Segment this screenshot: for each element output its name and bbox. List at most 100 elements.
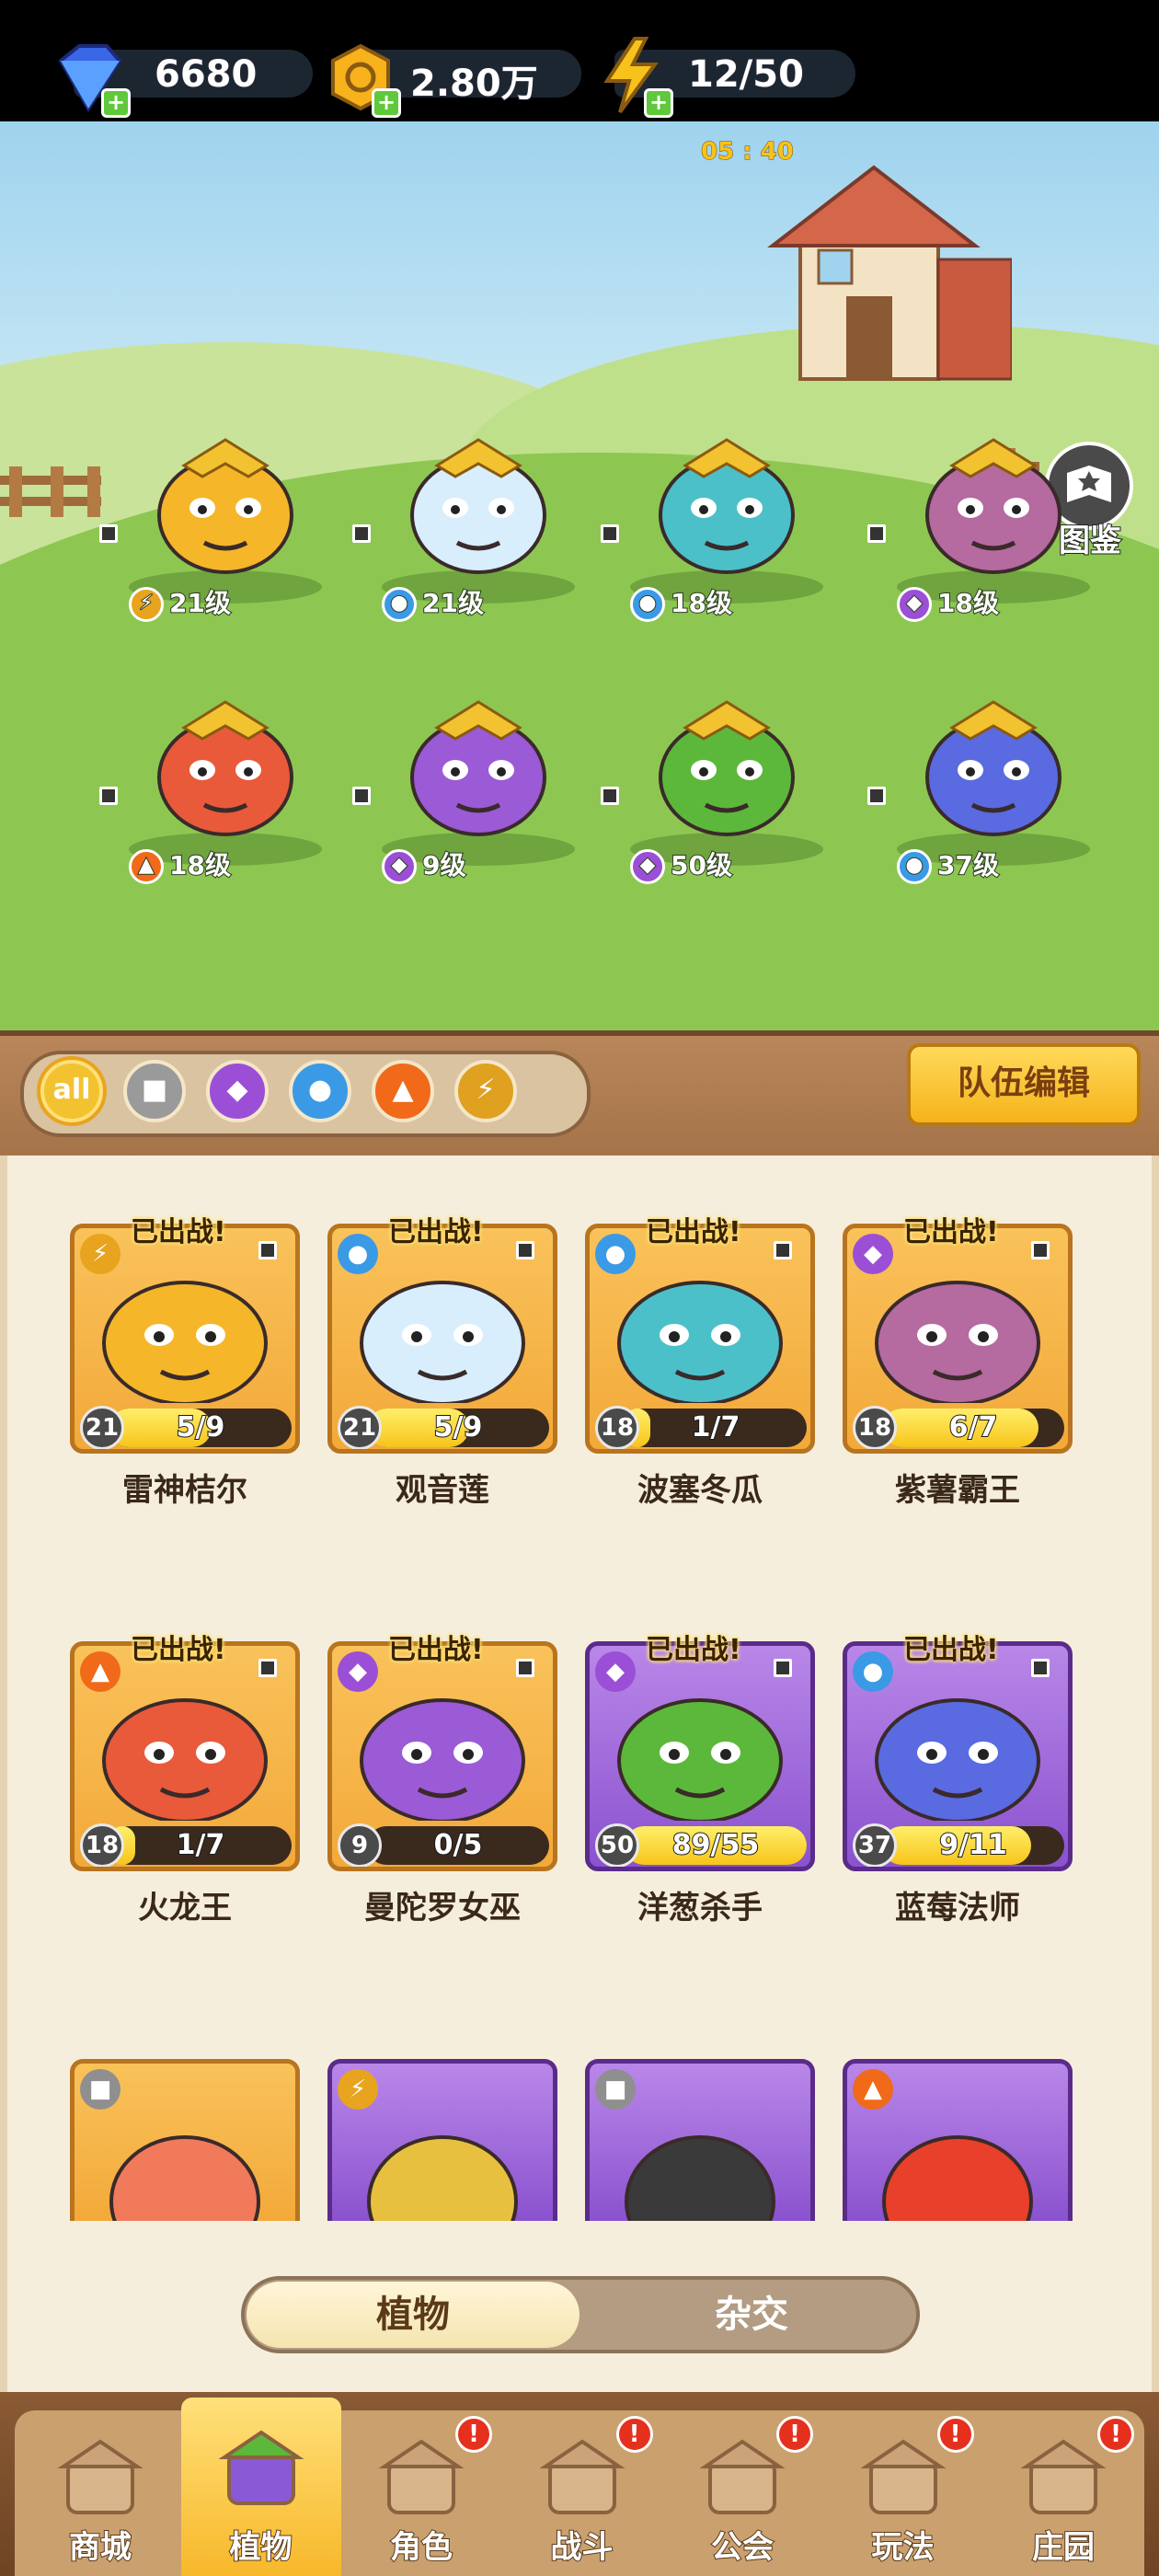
card-progress-text: 0/5	[433, 1828, 484, 1862]
lineup-figure[interactable]	[138, 685, 313, 842]
lineup-level-text: 21级	[421, 587, 485, 619]
energy-value: 12/50	[687, 52, 805, 97]
card-level-badge: 18	[595, 1406, 639, 1449]
team-slot-icon	[867, 524, 886, 543]
water-icon: ●	[338, 1234, 378, 1274]
filter-water-icon[interactable]: ●	[289, 1060, 351, 1122]
plant-portrait	[617, 2110, 783, 2221]
plant-portrait	[866, 1673, 1050, 1823]
nav-battle[interactable]: 战斗!	[502, 2416, 662, 2576]
lightning-icon: ⚡	[338, 2069, 378, 2110]
nav-play[interactable]: 玩法!	[823, 2416, 983, 2576]
nav-battle-label: 战斗	[550, 2528, 614, 2567]
plant-portrait	[608, 1673, 792, 1823]
coins-value: 2.80万	[409, 62, 539, 106]
team-slot-icon	[352, 787, 371, 805]
card-level-badge: 18	[80, 1823, 124, 1867]
plant-card[interactable]: ◆ 6/7 18	[843, 1224, 1073, 1454]
plant-card-partial[interactable]: ■	[70, 2059, 300, 2221]
lineup-figure[interactable]	[906, 423, 1081, 580]
team-slot-icon	[516, 1241, 534, 1259]
add-energy-icon[interactable]: +	[644, 88, 673, 118]
lineup-figure[interactable]	[391, 423, 566, 580]
card-level-badge: 21	[338, 1406, 382, 1449]
water-icon: ●	[595, 1234, 636, 1274]
lineup-level-text: 21级	[168, 587, 232, 619]
lineup-figure[interactable]	[138, 423, 313, 580]
team-slot-icon	[601, 524, 619, 543]
lineup-level: ● 18级	[630, 585, 733, 622]
team-slot-icon	[258, 1659, 277, 1677]
plant-card-partial[interactable]: ■	[585, 2059, 815, 2221]
lineup-level-text: 18级	[168, 849, 232, 881]
card-progress-text: 5/9	[433, 1410, 484, 1444]
nav-guild-icon	[696, 2434, 788, 2526]
nav-role[interactable]: 角色!	[341, 2416, 501, 2576]
team-slot-icon	[99, 524, 118, 543]
lineup-figure[interactable]	[639, 685, 814, 842]
deployed-tag: 已出战!	[903, 1216, 999, 1248]
lineup-level-text: 50级	[670, 849, 733, 881]
nav-shop-label: 商城	[68, 2528, 132, 2567]
filter-poison-icon[interactable]: ◆	[206, 1060, 269, 1122]
filter-lightning-icon[interactable]: ⚡	[454, 1060, 517, 1122]
team-slot-icon	[1031, 1659, 1050, 1677]
plant-card[interactable]: ● 5/9 21	[327, 1224, 557, 1454]
team-slot-icon	[99, 787, 118, 805]
toggle-plants[interactable]: 植物	[247, 2282, 580, 2348]
card-level-badge: 9	[338, 1823, 382, 1867]
card-progress-text: 89/55	[671, 1828, 760, 1862]
card-progress-bar: 89/55	[625, 1826, 807, 1865]
plant-card[interactable]: ● 9/11 37	[843, 1641, 1073, 1871]
nav-guild[interactable]: 公会!	[662, 2416, 822, 2576]
lineup-figure[interactable]	[391, 685, 566, 842]
plant-card[interactable]: ◆ 0/5 9	[327, 1641, 557, 1871]
plant-portrait	[102, 2110, 268, 2221]
lineup-level-text: 37级	[936, 849, 1000, 881]
plant-card[interactable]: ◆ 89/55 50	[585, 1641, 815, 1871]
lineup-level: ▲ 18级	[129, 847, 232, 884]
card-progress-bar: 5/9	[367, 1409, 549, 1447]
plant-card[interactable]: ▲ 1/7 18	[70, 1641, 300, 1871]
plant-name: 火龙王	[138, 1890, 232, 1926]
water-icon: ●	[382, 587, 417, 622]
nav-guild-label: 公会	[710, 2528, 775, 2567]
plant-card-partial[interactable]: ▲	[843, 2059, 1073, 2221]
card-progress-bar: 6/7	[882, 1409, 1064, 1447]
team-slot-icon	[1031, 1241, 1050, 1259]
lineup-level: ◆ 18级	[897, 585, 1000, 622]
plant-portrait	[93, 1673, 277, 1823]
team-slot-icon	[601, 787, 619, 805]
add-gems-icon[interactable]: +	[101, 88, 131, 118]
filter-fire-icon[interactable]: ▲	[372, 1060, 434, 1122]
card-progress-text: 1/7	[691, 1410, 741, 1444]
poison-icon: ◆	[897, 587, 932, 622]
deployed-tag: 已出战!	[388, 1634, 484, 1666]
lineup-level: ● 21级	[382, 585, 485, 622]
plant-card-partial[interactable]: ⚡	[327, 2059, 557, 2221]
notification-badge: !	[776, 2416, 813, 2453]
card-progress-text: 1/7	[176, 1828, 226, 1862]
card-progress-text: 5/9	[176, 1410, 226, 1444]
nav-manor-label: 庄园	[1031, 2528, 1096, 2567]
team-edit-button[interactable]: 队伍编辑	[907, 1043, 1141, 1126]
lineup-figure[interactable]	[906, 685, 1081, 842]
plant-card[interactable]: ● 1/7 18	[585, 1224, 815, 1454]
plant-card[interactable]: ⚡ 5/9 21	[70, 1224, 300, 1454]
filter-physical-icon[interactable]: ■	[123, 1060, 186, 1122]
notification-badge: !	[455, 2416, 492, 2453]
nav-plants-icon	[215, 2425, 307, 2517]
nav-role-label: 角色	[389, 2528, 453, 2567]
plant-portrait	[875, 2110, 1040, 2221]
card-progress-bar: 0/5	[367, 1826, 549, 1865]
nav-manor[interactable]: 庄园!	[983, 2416, 1143, 2576]
filter-all-button[interactable]: all	[40, 1060, 103, 1122]
add-coins-icon[interactable]: +	[372, 88, 401, 118]
card-progress-bar: 1/7	[109, 1826, 292, 1865]
lineup-figure[interactable]	[639, 423, 814, 580]
plant-name: 观音莲	[396, 1472, 489, 1509]
toggle-hybrid[interactable]: 杂交	[589, 2282, 914, 2348]
card-progress-text: 9/11	[938, 1828, 1008, 1862]
nav-plants[interactable]: 植物	[180, 2398, 341, 2576]
nav-shop[interactable]: 商城	[20, 2416, 180, 2576]
